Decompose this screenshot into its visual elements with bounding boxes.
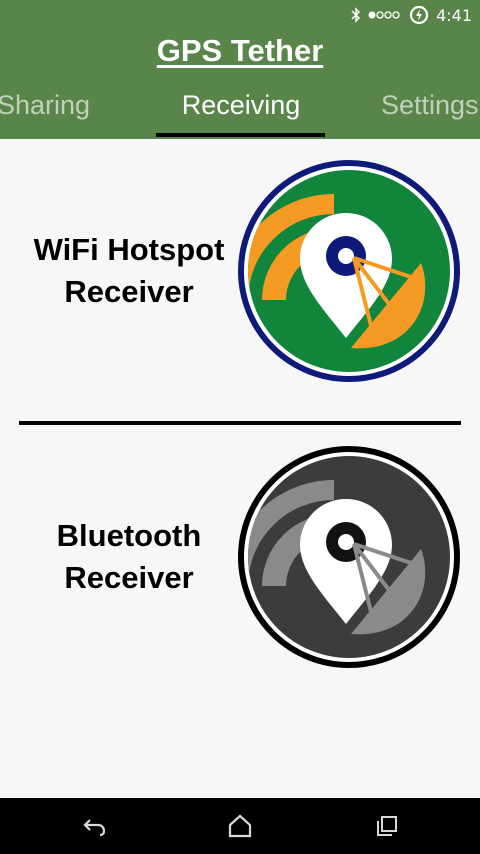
home-icon[interactable] (226, 812, 254, 840)
wifi-hotspot-receiver-label: WiFi Hotspot Receiver (33, 232, 225, 309)
tab-indicator (156, 133, 325, 137)
app-bar: 4:41 GPS Tether Sharing Receiving Settin… (0, 0, 480, 139)
bluetooth-receiver-icon[interactable] (236, 444, 462, 670)
wifi-hotspot-receiver-icon[interactable] (236, 158, 462, 384)
battery-saver-icon (409, 5, 429, 25)
back-icon[interactable] (80, 812, 108, 840)
tab-settings[interactable]: Settings (381, 90, 479, 121)
status-bar: 4:41 (0, 0, 480, 30)
signal-dots-icon (368, 11, 400, 19)
bluetooth-icon (351, 7, 361, 23)
tab-sharing[interactable]: Sharing (0, 90, 90, 121)
wifi-hotspot-receiver-option[interactable]: WiFi Hotspot Receiver (0, 150, 480, 390)
app-title: GPS Tether (156, 33, 324, 68)
tab-receiving[interactable]: Receiving (158, 90, 324, 121)
status-time: 4:41 (436, 5, 472, 25)
bluetooth-receiver-option[interactable]: Bluetooth Receiver (0, 436, 480, 676)
section-divider (19, 421, 461, 425)
navigation-bar (0, 798, 480, 854)
recents-icon[interactable] (373, 812, 401, 840)
bluetooth-receiver-label: Bluetooth Receiver (56, 518, 202, 595)
